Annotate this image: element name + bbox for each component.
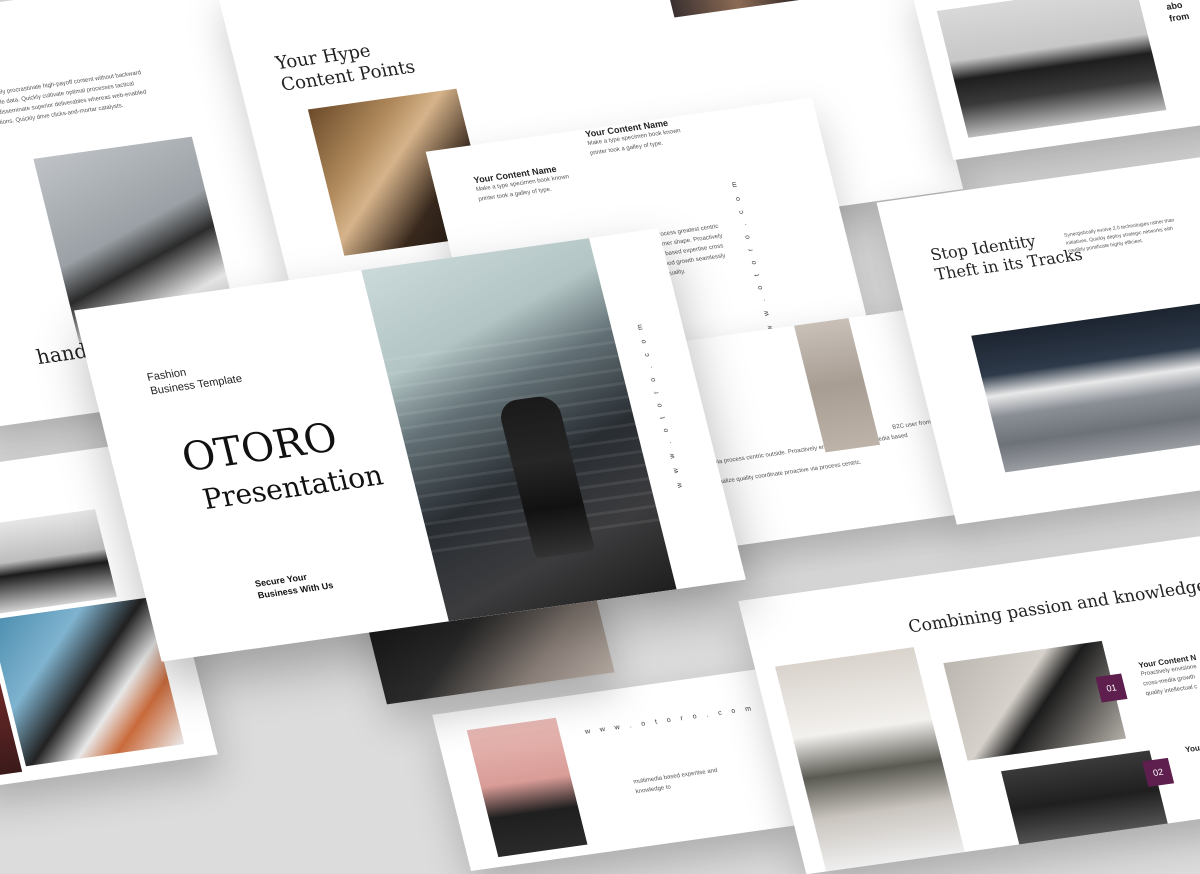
slide-passion[interactable]: Combining passion and knowledge 01 02 Yo… [738, 535, 1200, 874]
passion-title: Combining passion and knowledge [906, 576, 1200, 638]
photo-boots [0, 509, 117, 615]
passion-item-2: Your Con [1184, 741, 1200, 755]
main-tagline: Secure Your Business With Us [253, 571, 335, 601]
body-text: Interactively procrastinate high-payoff … [0, 70, 148, 129]
slide-top-right[interactable]: labe abo from [909, 0, 1200, 161]
identity-body: Synergistically evolve 2.0 technologies … [1063, 217, 1176, 255]
photo-car-sneakers [971, 296, 1200, 473]
photo-sneakers-floor [936, 0, 1167, 138]
partial-label: labe abo from [1162, 0, 1191, 24]
passion-item-1: Your Content N Proactively envisione cro… [1137, 653, 1199, 698]
photo-building-man [361, 238, 677, 622]
slide-bottom-center[interactable]: w w w . o t o r o . c o m multimedia bas… [432, 668, 798, 872]
main-title: OTORO Presentation [177, 414, 387, 516]
photo-pink-girl [466, 717, 588, 858]
content-points-title: Your Hype Content Points [273, 40, 418, 96]
photo-hallway [775, 647, 965, 872]
main-subtitle: Fashion Business Template [145, 366, 244, 398]
photo-concrete [793, 317, 881, 453]
identity-title: Stop Identity Theft in its Tracks [928, 231, 1085, 284]
photo-skull-shirt [943, 640, 1127, 761]
bottom-text: multimedia based expertise and knowledge… [632, 767, 719, 796]
content-item-1: Your Content Name Make a type specimen b… [472, 163, 570, 203]
badge-02: 02 [1142, 757, 1175, 787]
bottom-url: w w w . o t o r o . c o m [584, 705, 756, 736]
badge-01: 01 [1095, 673, 1128, 703]
photo-top-strip [662, 0, 804, 18]
